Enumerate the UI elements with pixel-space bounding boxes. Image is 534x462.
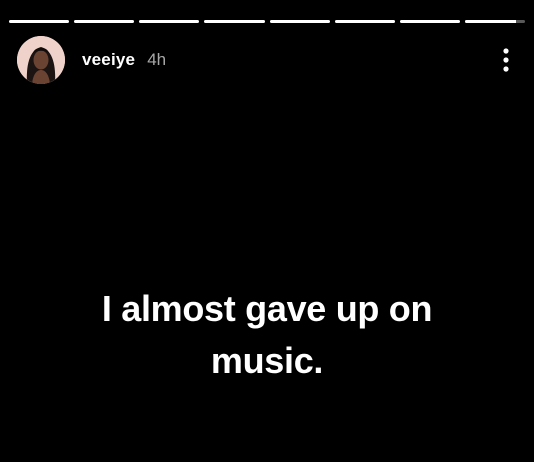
avatar[interactable] (17, 36, 65, 84)
story-progress-fill (334, 20, 395, 23)
story-progress-segment (139, 20, 200, 23)
username[interactable]: veeiye (82, 50, 135, 70)
story-progress-fill (269, 20, 330, 23)
story-progress-segment (9, 20, 70, 23)
story-progress-fill (464, 20, 516, 23)
story-progress-segment (334, 20, 395, 23)
story-progress-segment (74, 20, 135, 23)
more-vertical-icon (503, 48, 509, 72)
story-progress-fill (74, 20, 135, 23)
story-progress-bar (9, 20, 525, 23)
story-progress-fill (9, 20, 70, 23)
story-progress-fill (204, 20, 265, 23)
more-options-button[interactable] (496, 45, 516, 75)
profile-photo-icon (17, 36, 65, 84)
story-progress-fill (139, 20, 200, 23)
story-progress-segment (464, 20, 525, 23)
story-progress-segment (269, 20, 330, 23)
story-progress-segment (204, 20, 265, 23)
post-timestamp: 4h (147, 50, 167, 69)
story-header: veeiye 4h (17, 36, 516, 84)
story-caption: I almost gave up on music. (101, 288, 433, 381)
story-progress-segment (399, 20, 460, 23)
story-progress-fill (399, 20, 460, 23)
